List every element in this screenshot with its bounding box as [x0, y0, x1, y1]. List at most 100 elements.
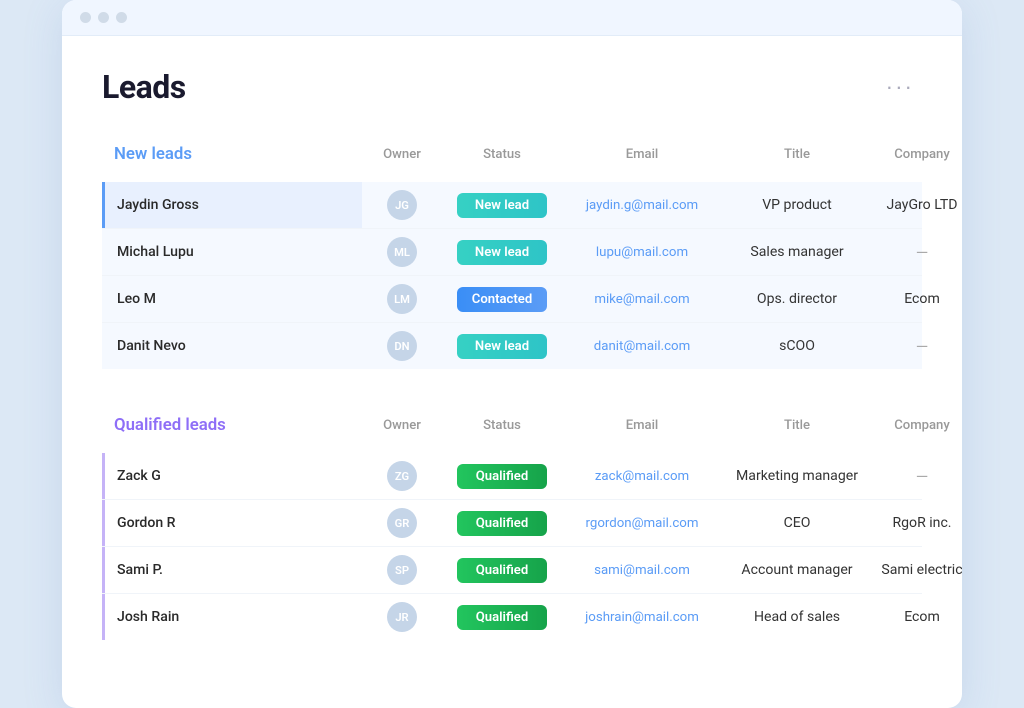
cell-company: JayGro LTD: [872, 182, 962, 228]
qualified-section: Qualified leads Owner Status Email Title…: [102, 405, 922, 640]
cell-name: Zack G: [102, 453, 362, 499]
email-link[interactable]: zack@mail.com: [595, 469, 689, 484]
table-row[interactable]: Sami P. SP Qualified sami@mail.com Account m…: [102, 547, 922, 594]
cell-email[interactable]: mike@mail.com: [562, 276, 722, 322]
cell-name: Gordon R: [102, 500, 362, 546]
cell-job-title: Marketing manager: [722, 453, 872, 499]
cell-status[interactable]: Qualified: [442, 594, 562, 640]
cell-email[interactable]: joshrain@mail.com: [562, 594, 722, 640]
qualified-leads-title: Qualified leads: [114, 415, 226, 437]
cell-avatar: GR: [362, 500, 442, 546]
col-email-q: Email: [562, 405, 722, 445]
col-status-q: Status: [442, 405, 562, 445]
email-link[interactable]: rgordon@mail.com: [586, 516, 699, 531]
dash: —: [916, 467, 929, 486]
cell-status[interactable]: New lead: [442, 323, 562, 369]
col-title-new: Title: [722, 134, 872, 174]
content-area: Leads ··· New leads Owner Status Email T…: [62, 36, 962, 708]
email-link[interactable]: lupu@mail.com: [596, 245, 688, 260]
cell-company: —: [872, 229, 962, 275]
cell-email[interactable]: rgordon@mail.com: [562, 500, 722, 546]
table-row[interactable]: Danit NevoDNNew leaddanit@mail.comsCOO—: [102, 323, 922, 369]
email-link[interactable]: joshrain@mail.com: [585, 610, 699, 625]
table-row[interactable]: Josh Rain JR Qualified joshrain@mail.com Hea…: [102, 594, 922, 640]
table-row[interactable]: Zack GZG Qualified zack@mail.com Marketing …: [102, 453, 922, 500]
table-row[interactable]: Jaydin GrossJGNew leadjaydin.g@mail.comV…: [102, 182, 922, 229]
page-header: Leads ···: [102, 68, 922, 106]
col-title-q: Title: [722, 405, 872, 445]
cell-job-title: sCOO: [722, 323, 872, 369]
new-leads-header-row: New leads Owner Status Email Title Compa…: [102, 134, 922, 178]
avatar: ML: [387, 237, 417, 267]
cell-avatar: JR: [362, 594, 442, 640]
cell-job-title: Head of sales: [722, 594, 872, 640]
cell-avatar: ZG: [362, 453, 442, 499]
status-badge: New lead: [457, 193, 547, 218]
avatar: DN: [387, 331, 417, 361]
col-owner-new: Owner: [362, 134, 442, 174]
cell-company: —: [872, 453, 962, 499]
cell-job-title: CEO: [722, 500, 872, 546]
cell-name: Michal Lupu: [102, 229, 362, 275]
cell-company: Sami electric: [872, 547, 962, 593]
email-link[interactable]: danit@mail.com: [594, 339, 690, 354]
cell-status[interactable]: Contacted: [442, 276, 562, 322]
col-email-new: Email: [562, 134, 722, 174]
avatar: GR: [387, 508, 417, 538]
cell-company: RgoR inc.: [872, 500, 962, 546]
cell-job-title: Account manager: [722, 547, 872, 593]
avatar: JR: [387, 602, 417, 632]
cell-company: Ecom: [872, 594, 962, 640]
avatar: SP: [387, 555, 417, 585]
col-status-new: Status: [442, 134, 562, 174]
cell-status[interactable]: Qualified: [442, 500, 562, 546]
table-row[interactable]: Gordon RGRQualifiedrgordon@mail.comCEORg…: [102, 500, 922, 547]
cell-email[interactable]: sami@mail.com: [562, 547, 722, 593]
main-window: Leads ··· New leads Owner Status Email T…: [62, 0, 962, 708]
cell-status[interactable]: Qualified: [442, 547, 562, 593]
new-leads-section: New leads Owner Status Email Title Compa…: [102, 134, 922, 369]
avatar: JG: [387, 190, 417, 220]
cell-name: Leo M: [102, 276, 362, 322]
cell-status[interactable]: New lead: [442, 229, 562, 275]
cell-avatar: ML: [362, 229, 442, 275]
cell-avatar: DN: [362, 323, 442, 369]
col-company-new: Company: [872, 134, 962, 174]
avatar: LM: [387, 284, 417, 314]
cell-email[interactable]: jaydin.g@mail.com: [562, 182, 722, 228]
status-badge: Qualified: [457, 464, 547, 489]
new-leads-table: Jaydin GrossJGNew leadjaydin.g@mail.comV…: [102, 182, 922, 369]
dot3: [116, 12, 127, 23]
more-button[interactable]: ···: [878, 70, 922, 104]
qualified-header-row: Qualified leads Owner Status Email Title…: [102, 405, 922, 449]
cell-name: Sami P.: [102, 547, 362, 593]
qualified-title-cell: Qualified leads: [102, 415, 362, 435]
status-badge: Qualified: [457, 558, 547, 583]
dash: —: [916, 337, 929, 356]
cell-status[interactable]: New lead: [442, 182, 562, 228]
cell-email[interactable]: lupu@mail.com: [562, 229, 722, 275]
status-badge: Qualified: [457, 511, 547, 536]
col-company-q: Company: [872, 405, 962, 445]
cell-status[interactable]: Qualified: [442, 453, 562, 499]
email-link[interactable]: sami@mail.com: [594, 563, 690, 578]
email-link[interactable]: jaydin.g@mail.com: [586, 198, 698, 213]
cell-name: Josh Rain: [102, 594, 362, 640]
table-row[interactable]: Michal LupuMLNew leadlupu@mail.comSales …: [102, 229, 922, 276]
cell-email[interactable]: zack@mail.com: [562, 453, 722, 499]
cell-job-title: VP product: [722, 182, 872, 228]
cell-company: Ecom: [872, 276, 962, 322]
status-badge: Qualified: [457, 605, 547, 630]
cell-email[interactable]: danit@mail.com: [562, 323, 722, 369]
cell-avatar: LM: [362, 276, 442, 322]
page-title: Leads: [102, 68, 186, 106]
cell-company: —: [872, 323, 962, 369]
dash: —: [916, 243, 929, 262]
status-badge: New lead: [457, 334, 547, 359]
dot2: [98, 12, 109, 23]
cell-avatar: SP: [362, 547, 442, 593]
cell-avatar: JG: [362, 182, 442, 228]
table-row[interactable]: Leo MLMContactedmike@mail.comOps. direct…: [102, 276, 922, 323]
email-link[interactable]: mike@mail.com: [594, 292, 689, 307]
dot1: [80, 12, 91, 23]
